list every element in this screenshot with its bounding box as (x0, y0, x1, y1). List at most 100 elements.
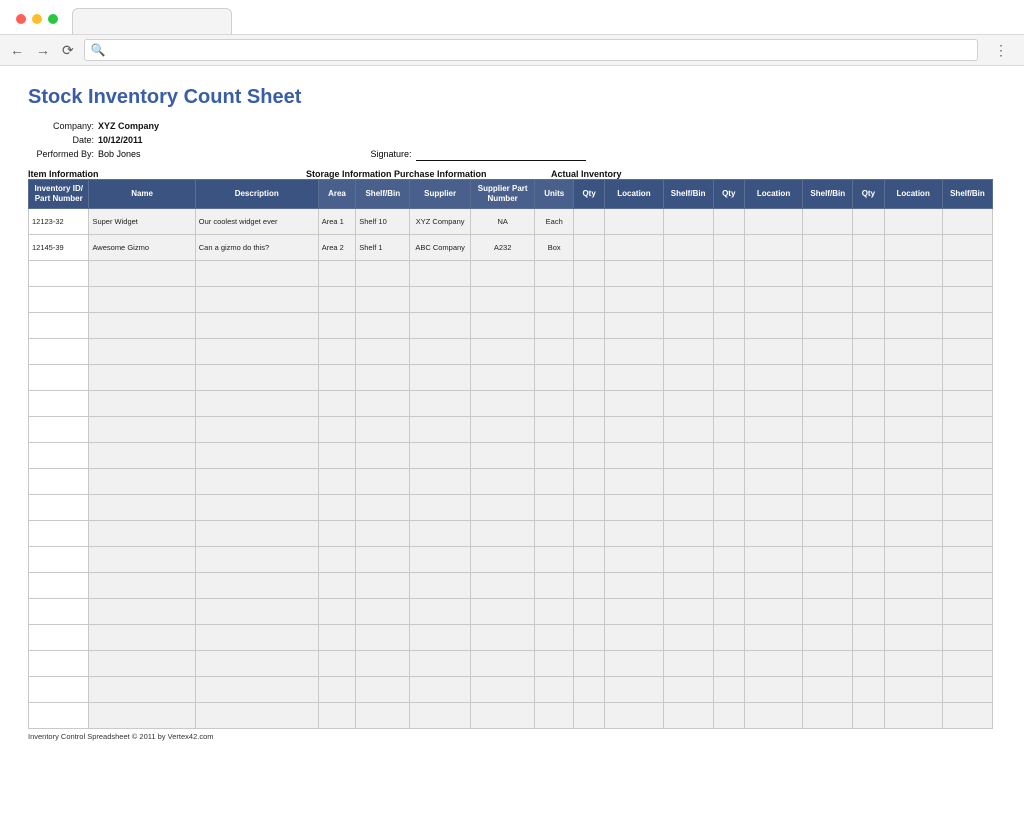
table-cell[interactable] (535, 625, 574, 651)
table-cell[interactable] (605, 495, 663, 521)
table-cell[interactable] (663, 547, 713, 573)
table-cell[interactable] (853, 703, 884, 729)
table-cell[interactable] (884, 703, 942, 729)
table-cell[interactable] (713, 547, 744, 573)
table-cell[interactable] (318, 651, 356, 677)
table-cell[interactable] (89, 365, 195, 391)
table-cell[interactable] (853, 469, 884, 495)
table-cell[interactable] (410, 469, 470, 495)
table-cell[interactable] (89, 677, 195, 703)
table-cell[interactable] (574, 677, 605, 703)
table-cell[interactable] (884, 521, 942, 547)
table-cell[interactable] (605, 599, 663, 625)
table-cell[interactable] (89, 443, 195, 469)
table-cell[interactable] (470, 703, 535, 729)
table-cell[interactable] (605, 703, 663, 729)
table-cell[interactable] (470, 365, 535, 391)
table-cell[interactable] (89, 287, 195, 313)
table-cell[interactable] (605, 677, 663, 703)
table-cell[interactable] (89, 651, 195, 677)
table-cell[interactable]: Super Widget (89, 209, 195, 235)
table-cell[interactable] (535, 547, 574, 573)
minimize-icon[interactable] (32, 14, 42, 24)
table-cell[interactable] (410, 599, 470, 625)
browser-tab[interactable] (72, 8, 232, 34)
table-cell[interactable] (29, 287, 89, 313)
table-cell[interactable] (318, 287, 356, 313)
table-cell[interactable] (410, 339, 470, 365)
table-cell[interactable] (744, 261, 802, 287)
table-cell[interactable] (195, 261, 318, 287)
table-cell[interactable] (470, 677, 535, 703)
table-cell[interactable]: 12145-39 (29, 235, 89, 261)
table-cell[interactable] (470, 261, 535, 287)
table-cell[interactable] (942, 521, 992, 547)
table-cell[interactable] (356, 365, 410, 391)
address-input[interactable] (112, 43, 971, 57)
close-icon[interactable] (16, 14, 26, 24)
table-cell[interactable]: A232 (470, 235, 535, 261)
table-cell[interactable] (29, 651, 89, 677)
table-cell[interactable] (318, 521, 356, 547)
table-cell[interactable] (195, 651, 318, 677)
table-cell[interactable] (884, 339, 942, 365)
table-cell[interactable] (663, 495, 713, 521)
table-cell[interactable] (356, 651, 410, 677)
table-cell[interactable] (356, 313, 410, 339)
table-cell[interactable] (803, 651, 853, 677)
table-cell[interactable] (942, 469, 992, 495)
table-cell[interactable] (744, 365, 802, 391)
table-cell[interactable] (89, 521, 195, 547)
table-cell[interactable] (574, 625, 605, 651)
table-cell[interactable] (884, 651, 942, 677)
table-cell[interactable] (195, 365, 318, 391)
kebab-menu-icon[interactable]: ⋮ (988, 42, 1014, 59)
reload-icon[interactable]: ⟳ (62, 42, 74, 59)
table-cell[interactable] (605, 547, 663, 573)
table-cell[interactable] (356, 417, 410, 443)
table-cell[interactable] (470, 469, 535, 495)
table-cell[interactable] (853, 677, 884, 703)
table-cell[interactable] (574, 469, 605, 495)
table-cell[interactable]: Area 1 (318, 209, 356, 235)
table-cell[interactable] (574, 339, 605, 365)
table-cell[interactable] (942, 495, 992, 521)
table-cell[interactable] (713, 677, 744, 703)
table-cell[interactable] (942, 339, 992, 365)
table-cell[interactable]: XYZ Company (410, 209, 470, 235)
table-cell[interactable] (884, 235, 942, 261)
table-cell[interactable] (574, 703, 605, 729)
table-cell[interactable] (744, 677, 802, 703)
table-cell[interactable] (195, 495, 318, 521)
table-cell[interactable] (535, 599, 574, 625)
table-cell[interactable] (803, 209, 853, 235)
table-cell[interactable] (605, 625, 663, 651)
table-cell[interactable] (318, 573, 356, 599)
table-cell[interactable] (744, 495, 802, 521)
table-cell[interactable] (318, 677, 356, 703)
table-cell[interactable] (89, 339, 195, 365)
table-cell[interactable] (744, 209, 802, 235)
table-cell[interactable] (713, 365, 744, 391)
table-cell[interactable] (605, 339, 663, 365)
table-cell[interactable] (535, 287, 574, 313)
table-cell[interactable] (803, 261, 853, 287)
table-cell[interactable] (535, 339, 574, 365)
table-cell[interactable] (29, 469, 89, 495)
table-cell[interactable] (663, 339, 713, 365)
table-cell[interactable] (574, 443, 605, 469)
table-cell[interactable] (803, 495, 853, 521)
forward-icon[interactable]: → (36, 42, 50, 59)
table-cell[interactable] (29, 313, 89, 339)
table-cell[interactable] (535, 469, 574, 495)
table-cell[interactable] (803, 625, 853, 651)
table-cell[interactable] (853, 313, 884, 339)
table-cell[interactable] (605, 235, 663, 261)
table-cell[interactable]: ABC Company (410, 235, 470, 261)
table-cell[interactable] (318, 443, 356, 469)
table-cell[interactable] (470, 287, 535, 313)
table-cell[interactable] (744, 521, 802, 547)
table-cell[interactable] (574, 287, 605, 313)
table-cell[interactable] (318, 469, 356, 495)
table-cell[interactable] (803, 547, 853, 573)
